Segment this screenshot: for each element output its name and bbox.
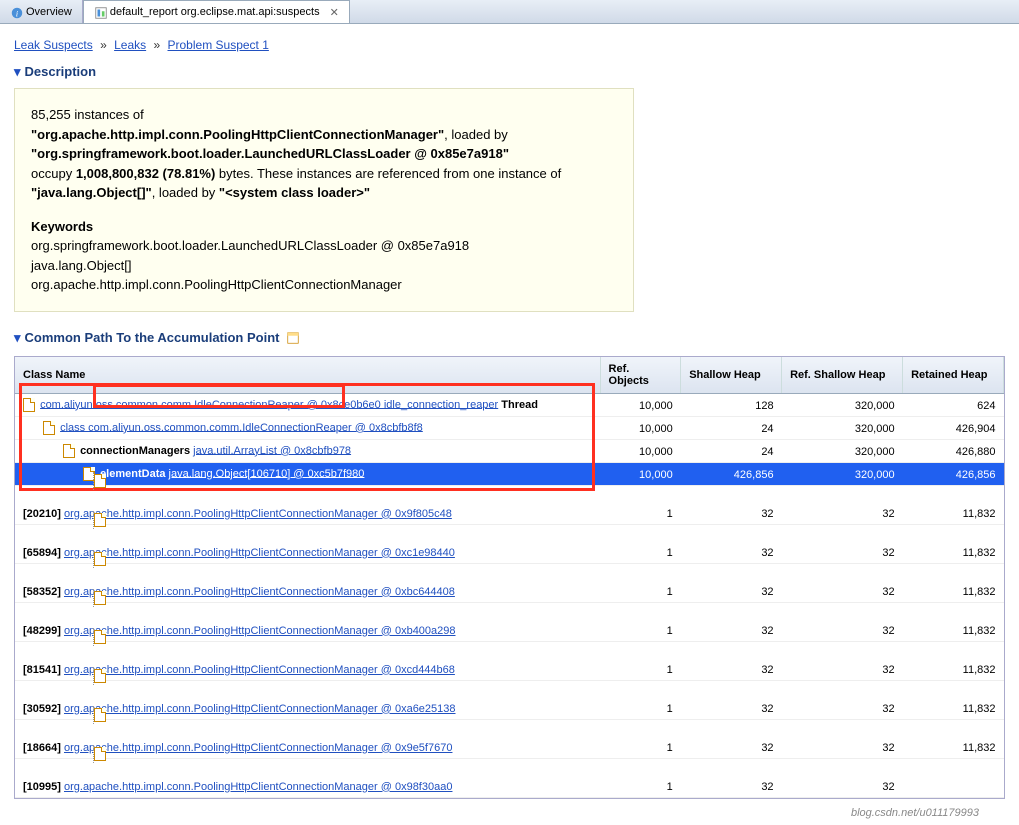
file-icon <box>94 669 106 683</box>
table-row[interactable]: class com.aliyun.oss.common.comm.IdleCon… <box>15 416 1004 439</box>
class-link[interactable]: com.aliyun.oss.common.comm.IdleConnectio… <box>40 398 498 410</box>
class-link[interactable]: org.apache.http.impl.conn.PoolingHttpCli… <box>64 508 452 520</box>
file-icon <box>94 747 106 761</box>
tab-label: Overview <box>26 6 72 18</box>
file-icon <box>94 474 106 488</box>
table-header-row: Class Name Ref. Objects Shallow Heap Ref… <box>15 357 1004 394</box>
file-icon <box>94 513 106 527</box>
breadcrumb-link[interactable]: Problem Suspect 1 <box>168 38 269 52</box>
info-icon: i <box>10 6 22 18</box>
file-icon <box>43 421 55 435</box>
table-icon <box>287 332 299 344</box>
class-link[interactable]: org.apache.http.impl.conn.PoolingHttpCli… <box>64 703 456 715</box>
collapse-icon: ▾ <box>14 64 21 79</box>
table-row[interactable]: com.aliyun.oss.common.comm.IdleConnectio… <box>15 393 1004 416</box>
class-link[interactable]: org.apache.http.impl.conn.PoolingHttpCli… <box>64 781 452 793</box>
table-row[interactable]: [58352] org.apache.http.impl.conn.Poolin… <box>15 563 1004 602</box>
class-link[interactable]: org.apache.http.impl.conn.PoolingHttpCli… <box>64 625 456 637</box>
file-icon <box>94 630 106 644</box>
table-row[interactable]: [30592] org.apache.http.impl.conn.Poolin… <box>15 680 1004 719</box>
file-icon <box>94 591 106 605</box>
tab-label: default_report org.eclipse.mat.api:suspe… <box>110 6 320 18</box>
file-icon <box>63 444 75 458</box>
class-link[interactable]: java.lang.Object[106710] @ 0xc5b7f980 <box>169 467 365 479</box>
class-link[interactable]: org.apache.http.impl.conn.PoolingHttpCli… <box>64 586 455 598</box>
file-icon <box>94 552 106 566</box>
table-row[interactable]: [81541] org.apache.http.impl.conn.Poolin… <box>15 641 1004 680</box>
report-icon <box>94 6 106 18</box>
table-row[interactable]: [48299] org.apache.http.impl.conn.Poolin… <box>15 602 1004 641</box>
col-retained[interactable]: Retained Heap <box>903 357 1004 394</box>
close-icon[interactable]: ✕ <box>330 6 339 19</box>
breadcrumb: Leak Suspects » Leaks » Problem Suspect … <box>14 38 1005 52</box>
tab-overview[interactable]: i Overview <box>0 0 83 23</box>
class-link[interactable]: java.util.ArrayList @ 0x8cbfb978 <box>193 444 351 456</box>
table-row[interactable]: connectionManagers java.util.ArrayList @… <box>15 439 1004 462</box>
file-icon <box>23 398 35 412</box>
accumulation-table: Class Name Ref. Objects Shallow Heap Ref… <box>14 356 1005 799</box>
col-class-name[interactable]: Class Name <box>15 357 600 394</box>
watermark: blog.csdn.net/u011179993 <box>851 807 979 819</box>
file-icon <box>94 708 106 722</box>
class-link[interactable]: class com.aliyun.oss.common.comm.IdleCon… <box>60 421 423 433</box>
description-box: 85,255 instances of "org.apache.http.imp… <box>14 88 634 312</box>
class-link[interactable]: org.apache.http.impl.conn.PoolingHttpCli… <box>64 742 452 754</box>
tab-report[interactable]: default_report org.eclipse.mat.api:suspe… <box>83 0 350 23</box>
col-shallow[interactable]: Shallow Heap <box>681 357 782 394</box>
table-row[interactable]: [18664] org.apache.http.impl.conn.Poolin… <box>15 719 1004 758</box>
section-common-path[interactable]: ▾Common Path To the Accumulation Point <box>14 330 1005 346</box>
class-link[interactable]: org.apache.http.impl.conn.PoolingHttpCli… <box>64 664 455 676</box>
tab-bar: i Overview default_report org.eclipse.ma… <box>0 0 1019 24</box>
table-row[interactable]: [65894] org.apache.http.impl.conn.Poolin… <box>15 524 1004 563</box>
collapse-icon: ▾ <box>14 330 21 345</box>
class-link[interactable]: org.apache.http.impl.conn.PoolingHttpCli… <box>64 547 455 559</box>
table-row[interactable]: elementData java.lang.Object[106710] @ 0… <box>15 462 1004 485</box>
breadcrumb-link[interactable]: Leaks <box>114 38 146 52</box>
section-description[interactable]: ▾Description <box>14 64 1005 80</box>
table-row[interactable]: [10995] org.apache.http.impl.conn.Poolin… <box>15 758 1004 797</box>
col-ref-objects[interactable]: Ref. Objects <box>600 357 681 394</box>
table-row[interactable]: [20210] org.apache.http.impl.conn.Poolin… <box>15 485 1004 524</box>
breadcrumb-link[interactable]: Leak Suspects <box>14 38 93 52</box>
col-ref-shallow[interactable]: Ref. Shallow Heap <box>782 357 903 394</box>
